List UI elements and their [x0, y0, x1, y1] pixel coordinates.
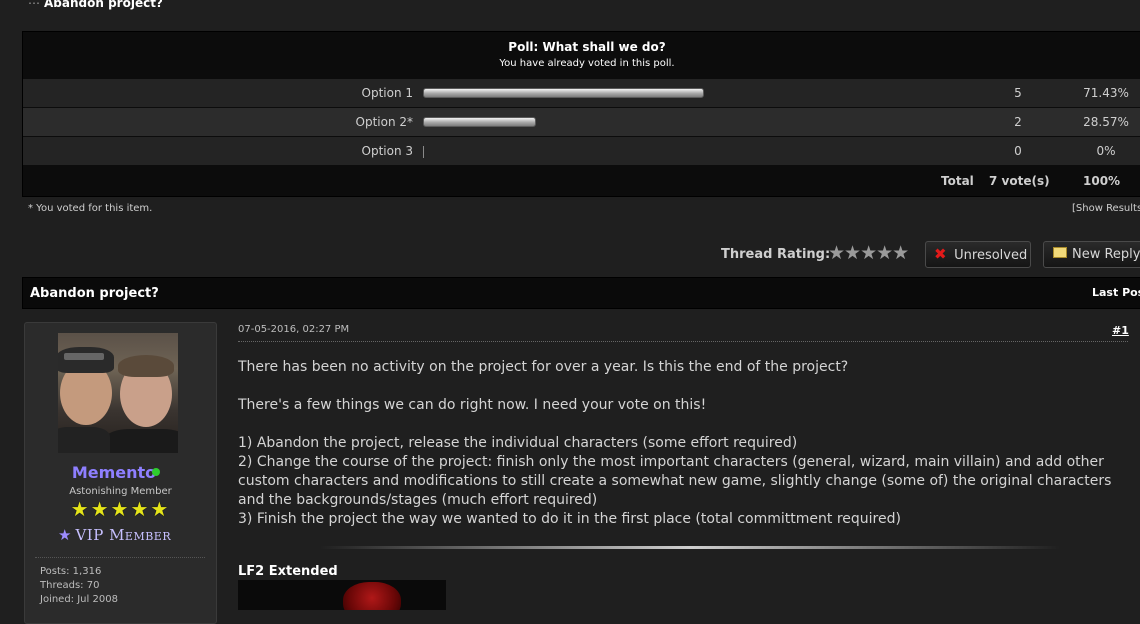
new-reply-label: New Reply [1072, 247, 1140, 262]
thread-header-title: Abandon project? [30, 286, 159, 301]
unresolved-button[interactable]: ✖ Unresolved [925, 241, 1031, 268]
show-results-link[interactable]: [Show Results [1072, 203, 1140, 214]
avatar[interactable] [58, 333, 178, 453]
last-post-label[interactable]: Last Post [1092, 286, 1140, 299]
thread-rating-stars[interactable]: ★★★★★ [828, 242, 909, 264]
user-thread-count: Threads: 70 [40, 580, 100, 591]
poll-option-percent: 71.43% [1083, 86, 1129, 100]
thread-title-top: ⋯ Abandon project? [28, 0, 163, 10]
vip-badge: ★ VIP Member [58, 526, 171, 544]
poll-option-row: Option 3 0 0% [23, 137, 1140, 165]
post-paragraph: There has been no activity on the projec… [238, 359, 849, 375]
poll-result-bar [423, 88, 823, 98]
post-list-item: 3) Finish the project the way we wanted … [238, 511, 901, 527]
poll-footnote: * You voted for this item. [28, 203, 153, 214]
poll-option-votes: 0 [1014, 144, 1022, 158]
post-date: 07-05-2016, 02:27 PM [238, 324, 350, 335]
poll-option-label: Option 1 [361, 86, 414, 100]
poll-result-bar [423, 117, 823, 127]
rank-stars: ★★★★★ [70, 497, 171, 521]
signature-divider [320, 546, 1060, 549]
poll-box: Poll: What shall we do? You have already… [22, 31, 1140, 197]
post-list-item: 1) Abandon the project, release the indi… [238, 435, 798, 451]
poll-total-label: Total [941, 174, 974, 188]
poll-total-percent: 100% [1083, 174, 1121, 188]
poll-question: Poll: What shall we do? [508, 40, 666, 54]
reply-bubble-icon [1053, 247, 1067, 258]
divider [35, 557, 205, 558]
poll-option-votes: 5 [1014, 86, 1022, 100]
signature-title: LF2 Extended [238, 564, 338, 579]
poll-option-votes: 2 [1014, 115, 1022, 129]
new-reply-button[interactable]: New Reply [1043, 241, 1140, 268]
signature-image [238, 580, 446, 610]
post-number-link[interactable]: #1 [1112, 324, 1129, 337]
poll-option-label: Option 2* [355, 115, 414, 129]
thread-rating-label: Thread Rating: [721, 247, 831, 262]
poll-option-percent: 28.57% [1083, 115, 1129, 129]
poll-total-votes: 7 vote(s) [989, 174, 1050, 188]
user-join-date: Joined: Jul 2008 [40, 594, 118, 605]
user-info-panel: Memento Astonishing Member ★★★★★ ★ VIP Me… [24, 322, 217, 624]
poll-option-percent: 0% [1096, 144, 1116, 158]
online-status-icon [152, 468, 160, 476]
poll-result-bar [423, 146, 823, 158]
star-icon: ★ [58, 526, 72, 544]
vip-badge-label: VIP Member [75, 526, 172, 544]
thread-header: Abandon project? Last Post [22, 277, 1140, 309]
poll-option-row: Option 1 5 71.43% [23, 79, 1140, 107]
unresolved-label: Unresolved [954, 248, 1028, 263]
poll-option-row: Option 2* 2 28.57% [23, 108, 1140, 136]
close-icon: ✖ [934, 245, 947, 263]
thread-title-text: Abandon project? [44, 0, 163, 10]
user-title: Astonishing Member [69, 486, 172, 497]
poll-option-label: Option 3 [361, 144, 414, 158]
post-paragraph: There's a few things we can do right now… [238, 397, 707, 413]
user-post-count: Posts: 1,316 [40, 566, 102, 577]
divider [238, 341, 1128, 342]
poll-status: You have already voted in this poll. [499, 58, 675, 69]
username[interactable]: Memento [25, 463, 203, 482]
post-list-item: 2) Change the course of the project: fin… [238, 454, 1112, 508]
